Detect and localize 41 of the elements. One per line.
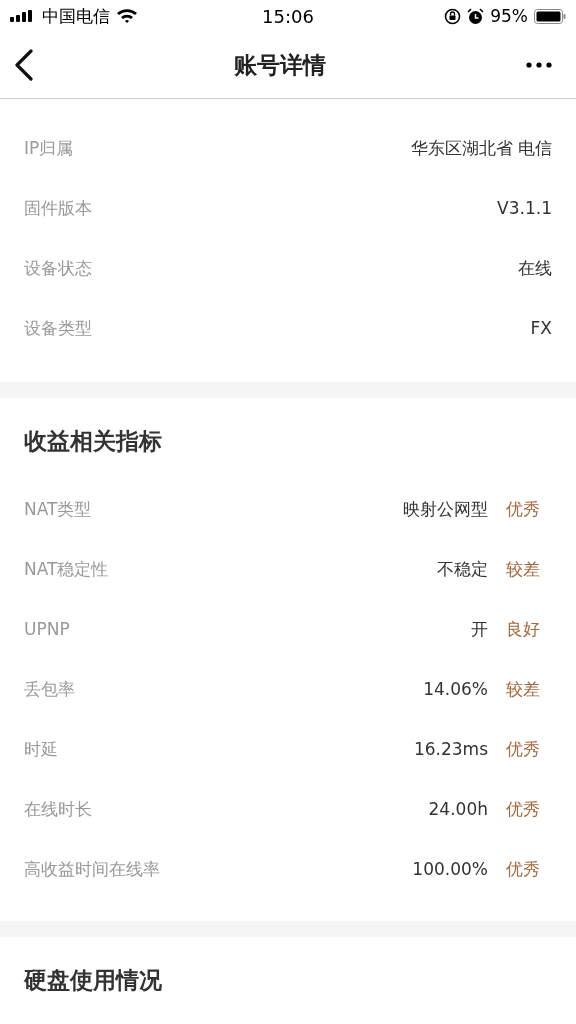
field-value: 在线 <box>518 256 552 280</box>
metric-label: 时延 <box>24 737 59 761</box>
metric-label: 丢包率 <box>24 677 76 701</box>
metric-label: NAT稳定性 <box>24 557 110 581</box>
clock-time: 15:06 <box>261 5 315 27</box>
field-value: V3.1.1 <box>497 198 552 218</box>
field-label: IP归属 <box>24 136 75 160</box>
alarm-icon <box>467 7 485 25</box>
back-icon[interactable] <box>14 49 34 81</box>
metric-rating: 优秀 <box>505 497 541 521</box>
carrier-name: 中国电信 <box>42 4 110 28</box>
metric-rating: 优秀 <box>505 797 541 821</box>
battery-icon <box>534 8 566 24</box>
field-value: 华东区湖北省 电信 <box>410 136 552 160</box>
metric-value: 映射公网型 <box>403 497 488 521</box>
battery-percent: 95% <box>490 6 528 26</box>
metric-value: 不稳定 <box>437 557 488 581</box>
metric-label: 在线时长 <box>24 797 93 821</box>
page-title: 账号详情 <box>234 50 326 80</box>
metric-label: 高收益时间在线率 <box>24 857 161 881</box>
metric-rating: 优秀 <box>505 857 541 881</box>
metric-rating: 良好 <box>505 617 541 641</box>
section-heading: 硬盘使用情况 <box>24 966 163 995</box>
metric-value: 开 <box>471 617 488 641</box>
metric-value: 24.00h <box>428 799 488 819</box>
field-value: FX <box>530 318 552 338</box>
field-label: 设备类型 <box>24 316 93 340</box>
metric-rating: 优秀 <box>505 737 541 761</box>
metric-rating: 较差 <box>505 557 541 581</box>
metric-label: NAT类型 <box>24 497 93 521</box>
wifi-icon <box>116 8 138 24</box>
metric-value: 14.06% <box>423 679 488 699</box>
rotation-lock-icon <box>444 7 462 25</box>
metric-rating: 较差 <box>505 677 541 701</box>
metric-value: 16.23ms <box>413 739 488 759</box>
metric-label: UPNP <box>24 619 71 639</box>
field-label: 固件版本 <box>24 196 93 220</box>
metric-value: 100.00% <box>412 859 488 879</box>
field-label: 设备状态 <box>24 256 93 280</box>
more-icon[interactable] <box>526 62 552 68</box>
section-heading: 收益相关指标 <box>24 427 163 456</box>
